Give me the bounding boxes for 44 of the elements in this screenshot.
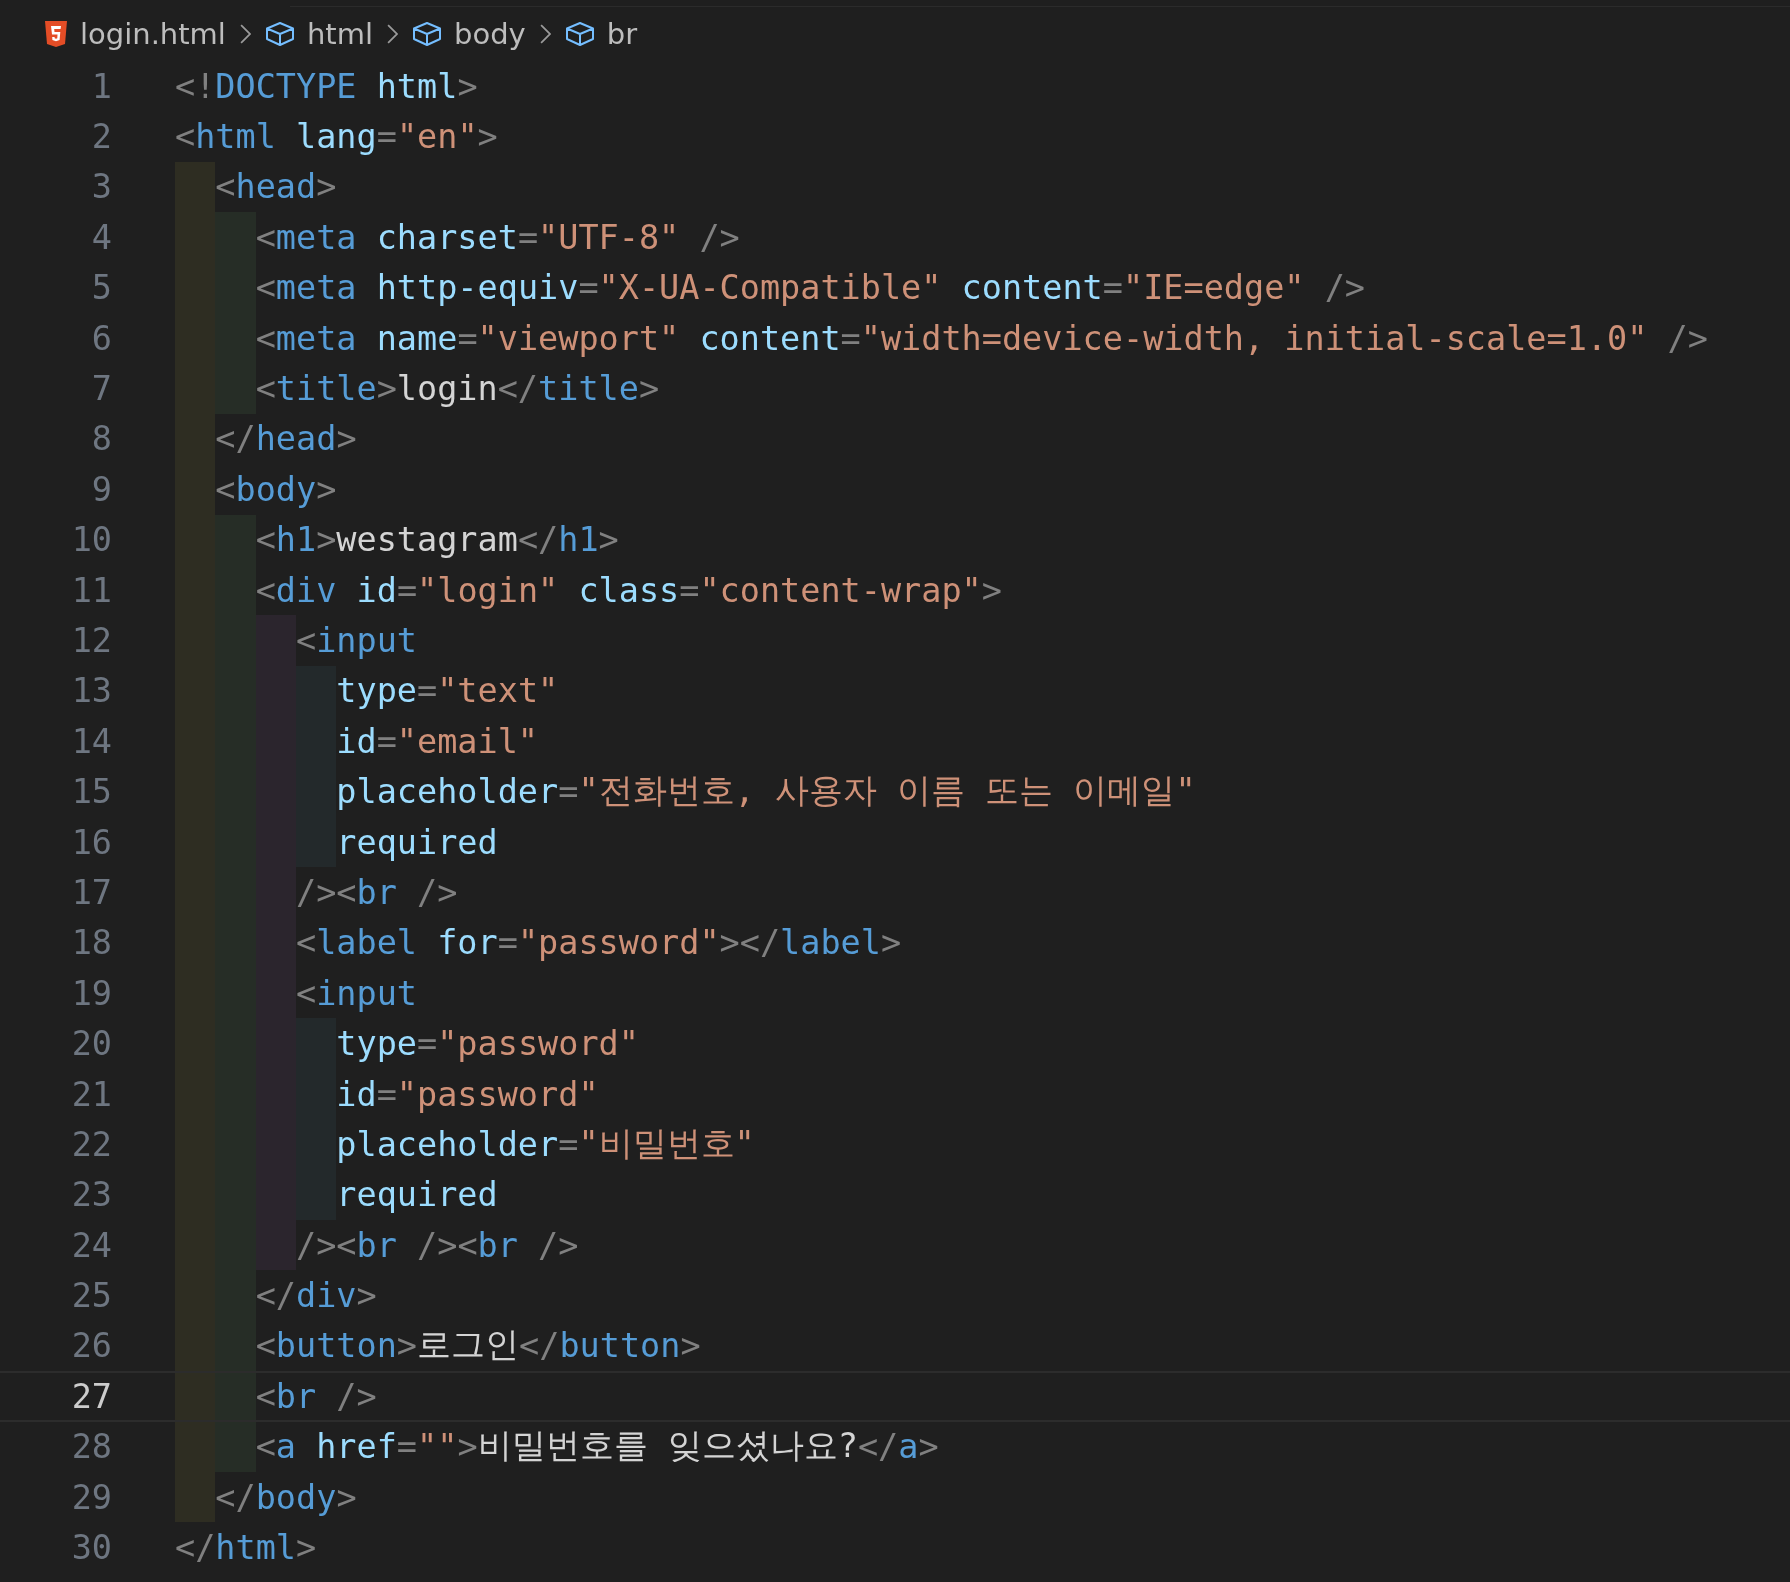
line-number: 24	[70, 1225, 112, 1265]
chevron-right-icon	[539, 24, 551, 44]
line-number: 14	[70, 721, 112, 761]
chevron-right-icon	[239, 24, 251, 44]
breadcrumb-item[interactable]: br	[606, 17, 638, 51]
cube-icon	[264, 21, 295, 47]
cube-icon	[564, 21, 595, 47]
line-number: 11	[70, 570, 112, 610]
html5-file-icon	[44, 20, 68, 48]
chevron-right-icon	[387, 24, 398, 44]
code-line: <!DOCTYPE html>	[175, 65, 478, 108]
line-number: 18	[70, 923, 112, 963]
line-number: 21	[70, 1074, 112, 1114]
line-number: 29	[70, 1477, 112, 1517]
cube-icon	[412, 21, 442, 47]
line-number: 1	[90, 66, 112, 106]
line-number: 6	[90, 318, 112, 358]
line-number: 13	[70, 671, 112, 711]
line-number: 16	[70, 822, 112, 862]
line-number: 7	[90, 369, 112, 409]
line-number: 9	[90, 469, 112, 509]
line-number: 8	[90, 419, 112, 459]
line-number: 26	[70, 1326, 112, 1366]
code-line: </html>	[175, 1527, 317, 1569]
line-number: 23	[70, 1175, 112, 1215]
line-number: 3	[90, 167, 112, 207]
line-number: 17	[70, 872, 112, 912]
line-number: 19	[70, 973, 112, 1013]
line-number: 5	[90, 268, 112, 308]
line-number: 28	[70, 1427, 112, 1467]
line-number: 25	[70, 1276, 112, 1316]
line-number: 4	[90, 217, 112, 257]
breadcrumb-item[interactable]: html	[306, 17, 373, 51]
breadcrumb-item[interactable]: login.html	[80, 17, 226, 51]
line-number: 20	[70, 1024, 112, 1064]
breadcrumb-item[interactable]: body	[454, 17, 526, 51]
line-number: 12	[70, 621, 112, 660]
line-number: 27	[70, 1376, 112, 1416]
line-number: 22	[70, 1124, 112, 1164]
line-number: 10	[70, 520, 112, 560]
line-number: 2	[90, 117, 112, 157]
line-number: 30	[70, 1528, 112, 1567]
code-line: <html lang="en">	[175, 116, 498, 159]
line-number: 15	[70, 772, 112, 812]
